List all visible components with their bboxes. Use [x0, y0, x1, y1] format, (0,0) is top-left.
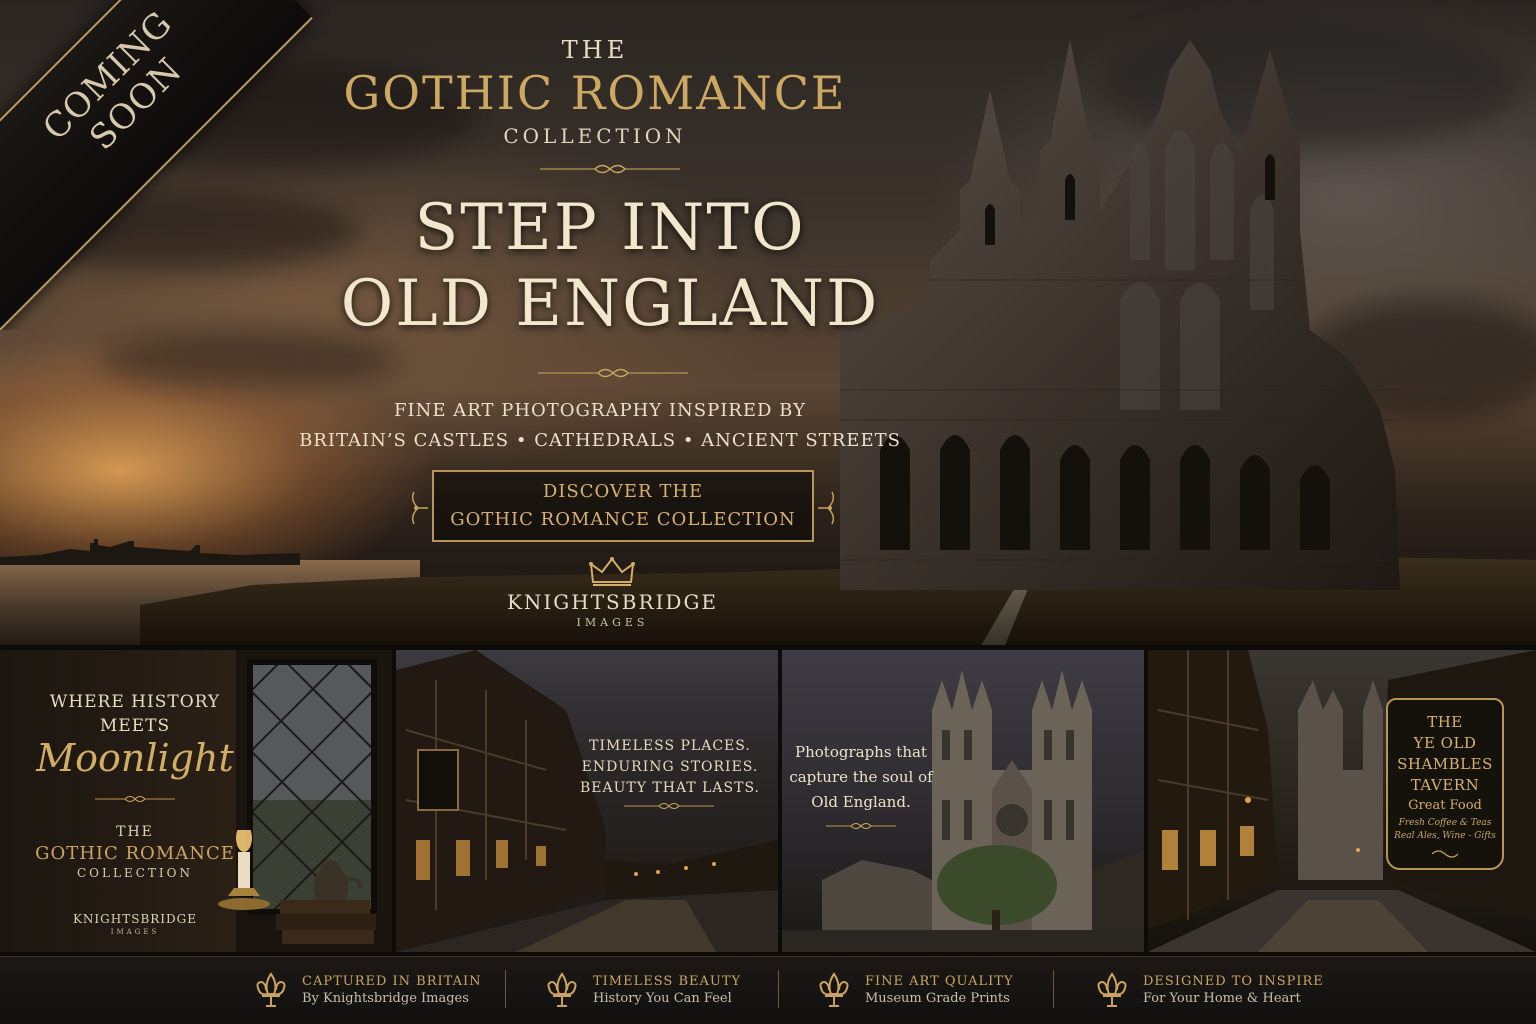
title-gothic-romance: GOTHIC ROMANCE — [343, 66, 847, 120]
panel1-brand-subtitle: IMAGES — [110, 928, 160, 936]
panel1-gothic-romance: GOTHIC ROMANCE — [35, 843, 235, 864]
feature-title: TIMELESS BEAUTY — [593, 974, 742, 989]
sign-ornament-icon — [1432, 850, 1458, 858]
panel-street — [396, 650, 778, 952]
sign-line-2: YE OLD — [1413, 734, 1477, 752]
feature-fine-art-quality: FINE ART QUALITY Museum Grade Prints — [817, 956, 1014, 1024]
panel1-collection: COLLECTION — [77, 866, 193, 880]
sign-line-7: Real Ales, Wine - Gifts — [1394, 831, 1496, 841]
cta-left-ornament-icon — [411, 491, 428, 525]
headline-line-2: OLD ENGLAND — [340, 267, 880, 341]
feature-title: CAPTURED IN BRITAIN — [302, 974, 482, 989]
panel1-where-line-2: MEETS — [99, 716, 171, 736]
sign-line-4: TAVERN — [1410, 776, 1480, 794]
ornament-divider-icon — [826, 823, 896, 829]
fleur-de-lis-icon — [819, 972, 849, 1007]
feature-captured-in-britain: CAPTURED IN BRITAIN By Knightsbridge Ima… — [254, 956, 482, 1024]
panel1-the: THE — [116, 824, 154, 840]
panel3-line-2: capture the soul of — [789, 768, 933, 786]
subtitle-line-2: BRITAIN’S CASTLES • CATHEDRALS • ANCIENT… — [299, 430, 901, 451]
panel1-heading: WHERE HISTORY MEETS — [20, 690, 250, 738]
sign-line-3: SHAMBLES — [1397, 755, 1493, 773]
brand-name: KNIGHTSBRIDGE — [506, 590, 719, 614]
cta-line-2: GOTHIC ROMANCE COLLECTION — [450, 509, 796, 530]
footer-divider — [1053, 970, 1054, 1008]
ornament-divider-icon — [95, 796, 175, 802]
crown-icon — [589, 557, 635, 586]
feature-title: DESIGNED TO INSPIRE — [1143, 974, 1324, 989]
fleur-de-lis-icon — [1097, 972, 1127, 1007]
subtitle-line-1: FINE ART PHOTOGRAPHY INSPIRED BY — [394, 400, 806, 421]
sign-line-1: THE — [1427, 713, 1463, 731]
ornament-divider-icon — [624, 803, 714, 809]
panel2-line-1: TIMELESS PLACES. — [589, 738, 751, 754]
feature-designed-to-inspire: DESIGNED TO INSPIRE For Your Home & Hear… — [1095, 956, 1324, 1024]
tudor-street-image — [396, 650, 778, 952]
panel1-moonlight: Moonlight — [36, 736, 234, 780]
brand-subtitle: IMAGES — [576, 616, 649, 629]
fleur-de-lis-icon — [547, 972, 577, 1007]
discover-collection-button[interactable]: DISCOVER THE GOTHIC ROMANCE COLLECTION — [432, 470, 814, 542]
panel3-line-3: Old England. — [811, 793, 911, 811]
panel2-line-3: BEAUTY THAT LASTS. — [579, 780, 760, 796]
panel1-where-line-1: WHERE HISTORY — [49, 692, 221, 712]
feature-subtitle: History You Can Feel — [593, 991, 732, 1006]
headline: STEP INTO OLD ENGLAND — [260, 190, 960, 342]
feature-title: FINE ART QUALITY — [865, 974, 1014, 989]
title-collection: COLLECTION — [503, 124, 687, 148]
sign-line-6: Fresh Coffee & Teas — [1398, 818, 1492, 828]
feature-timeless-beauty: TIMELESS BEAUTY History You Can Feel — [545, 956, 741, 1024]
footer-divider — [778, 970, 779, 1008]
fleur-de-lis-icon — [256, 972, 286, 1007]
title-the: THE — [561, 36, 629, 64]
footer-divider — [505, 970, 506, 1008]
panel3-text: Photographs that capture the soul of Old… — [786, 740, 936, 815]
feature-subtitle: By Knightsbridge Images — [302, 991, 469, 1006]
distant-town — [0, 539, 300, 565]
hero-subtitle: FINE ART PHOTOGRAPHY INSPIRED BY BRITAIN… — [290, 396, 910, 456]
headline-line-1: STEP INTO — [414, 191, 806, 265]
panel2-line-2: ENDURING STORIES. — [581, 759, 759, 775]
feature-subtitle: For Your Home & Heart — [1143, 991, 1301, 1006]
ornament-divider-icon — [538, 368, 688, 378]
cta-right-ornament-icon — [818, 491, 835, 525]
ornament-divider-icon — [540, 164, 680, 174]
panel1-brand: KNIGHTSBRIDGE — [72, 912, 198, 926]
cta-line-1: DISCOVER THE — [542, 481, 704, 502]
feature-subtitle: Museum Grade Prints — [865, 991, 1010, 1006]
panel2-text: TIMELESS PLACES. ENDURING STORIES. BEAUT… — [560, 736, 780, 799]
panel3-line-1: Photographs that — [795, 743, 927, 761]
sign-line-5: Great Food — [1408, 798, 1482, 813]
